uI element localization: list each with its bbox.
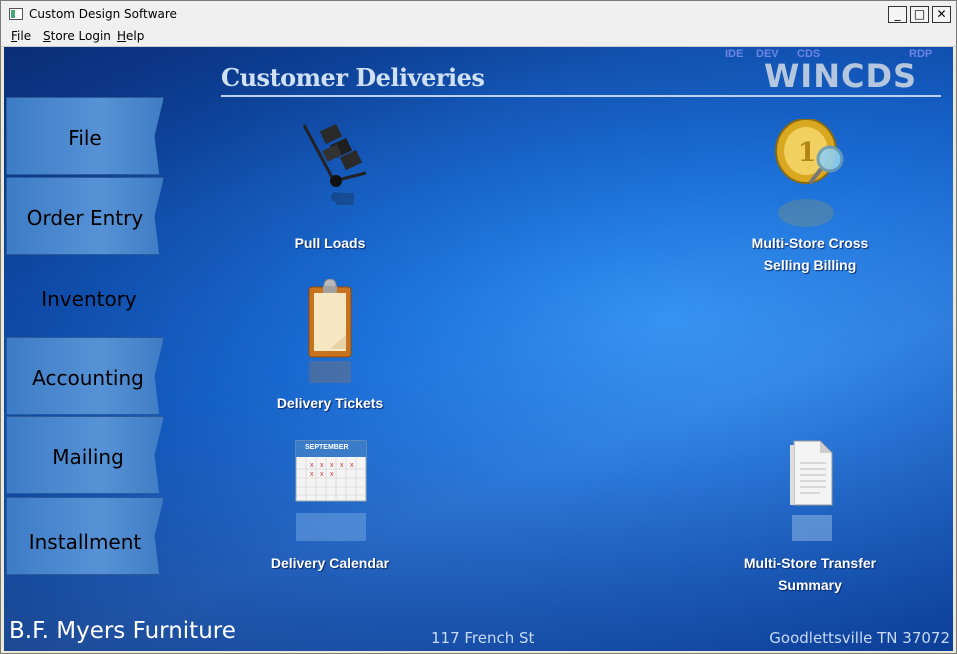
- svg-text:x: x: [330, 462, 334, 469]
- menu-bar: File Store Login Help: [1, 27, 956, 47]
- store-city: Goodlettsville TN 37072: [769, 629, 950, 647]
- title-bar[interactable]: Custom Design Software _ □ ✕: [1, 1, 956, 28]
- coin-magnifier-icon: 1: [775, 118, 844, 227]
- store-address: 117 French St: [431, 629, 535, 647]
- transfer-summary-button[interactable]: Multi-Store Transfer Summary: [720, 439, 900, 596]
- brand-logo: WINCDS: [764, 57, 918, 95]
- svg-text:x: x: [310, 471, 314, 478]
- app-window: Custom Design Software _ □ ✕ File Store …: [0, 0, 957, 654]
- tab-mailing[interactable]: Mailing: [6, 416, 164, 494]
- tab-label: Mailing: [52, 445, 124, 469]
- tab-label: Installment: [28, 530, 142, 554]
- window-title: Custom Design Software: [29, 7, 177, 21]
- header-divider: [221, 95, 941, 97]
- hand-truck-icon: [302, 123, 367, 205]
- tab-order-entry[interactable]: Order Entry: [6, 177, 164, 255]
- tab-label: File: [68, 126, 102, 150]
- page-title: Customer Deliveries: [221, 63, 485, 92]
- calendar-month: SEPTEMBER: [305, 444, 349, 451]
- delivery-tickets-label: Delivery Tickets: [276, 395, 384, 411]
- svg-text:1: 1: [798, 138, 816, 168]
- tab-file[interactable]: File: [6, 97, 164, 175]
- cross-selling-label-line2: Selling Billing: [763, 257, 857, 273]
- tab-inventory[interactable]: Inventory: [6, 259, 164, 337]
- transfer-summary-label-line2: Summary: [778, 577, 842, 593]
- clipboard-icon: [308, 278, 352, 383]
- calendar-icon: xxx x xx xx: [295, 440, 367, 541]
- delivery-calendar-button[interactable]: xxx xxx xx SEPTEMBER Delivery Calendar: [250, 439, 410, 574]
- tab-accounting[interactable]: Accounting: [6, 337, 164, 415]
- maximize-button[interactable]: □: [910, 6, 929, 23]
- main-panel: Customer Deliveries IDE DEV CDS RDP WINC…: [4, 47, 953, 651]
- tab-label: Order Entry: [26, 206, 144, 230]
- tab-label: Inventory: [41, 287, 137, 311]
- minimize-button[interactable]: _: [888, 6, 907, 23]
- svg-text:x: x: [350, 462, 354, 469]
- store-name: B.F. Myers Furniture: [9, 618, 236, 644]
- close-button[interactable]: ✕: [932, 6, 951, 23]
- menu-store-login[interactable]: Store Login: [43, 29, 111, 43]
- app-icon: [9, 8, 23, 20]
- delivery-calendar-label: Delivery Calendar: [270, 555, 390, 571]
- tab-installment[interactable]: Installment: [6, 497, 164, 575]
- env-tag-ide: IDE: [725, 48, 744, 60]
- svg-text:x: x: [320, 462, 324, 469]
- delivery-tickets-button[interactable]: Delivery Tickets: [250, 278, 410, 414]
- svg-text:x: x: [310, 462, 314, 469]
- tab-label: Accounting: [32, 366, 144, 390]
- svg-text:x: x: [340, 462, 344, 469]
- svg-text:x: x: [320, 471, 324, 478]
- menu-file[interactable]: File: [11, 29, 31, 43]
- document-icon: [790, 440, 833, 541]
- cross-selling-label-line1: Multi-Store Cross: [751, 235, 869, 251]
- svg-text:x: x: [330, 471, 334, 478]
- cross-selling-billing-button[interactable]: 1 Multi-Store Cross Selling Billing: [720, 118, 900, 276]
- transfer-summary-label-line1: Multi-Store Transfer: [743, 555, 877, 571]
- pull-loads-label: Pull Loads: [294, 235, 366, 251]
- menu-help[interactable]: Help: [117, 29, 144, 43]
- pull-loads-button[interactable]: Pull Loads: [250, 119, 410, 254]
